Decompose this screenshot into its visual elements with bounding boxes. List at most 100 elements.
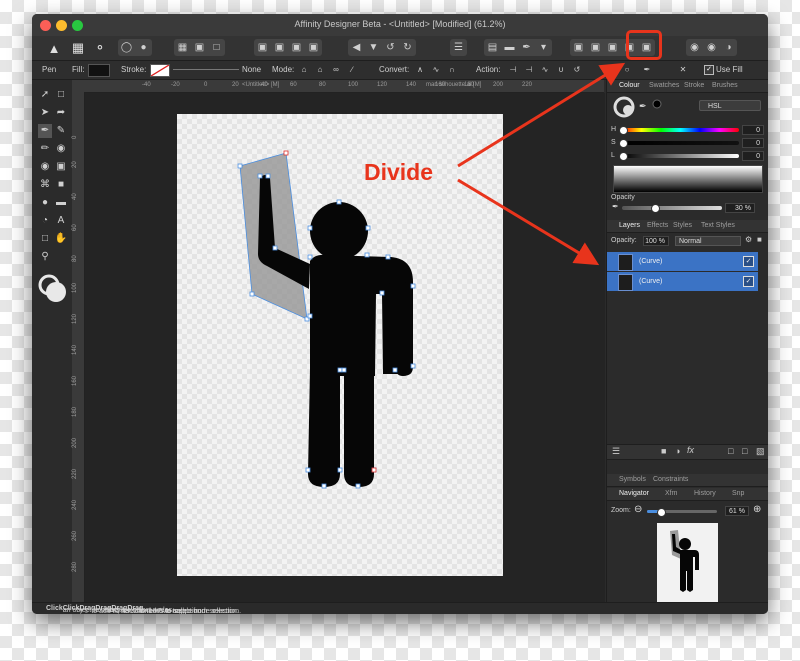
- rectangle-tool-icon[interactable]: ■: [54, 178, 68, 192]
- zoom-tool-icon[interactable]: ⚲: [38, 250, 52, 264]
- layer-row[interactable]: (Curve) ✓: [607, 252, 758, 271]
- tab-navigator[interactable]: Navigator: [619, 490, 649, 497]
- pen-node-icon[interactable]: ✒: [641, 64, 653, 75]
- snapping-options-icon[interactable]: □: [208, 39, 225, 56]
- snap-icon[interactable]: ▣: [191, 39, 208, 56]
- trash-icon[interactable]: ▧: [756, 446, 765, 457]
- smart-icon[interactable]: ∩: [446, 64, 458, 75]
- sharp-icon[interactable]: ∧: [414, 64, 426, 75]
- zoom-out-icon[interactable]: ⊖: [634, 504, 642, 515]
- speech-icon[interactable]: ◉: [686, 39, 703, 56]
- line-mode-icon[interactable]: ∕: [346, 64, 358, 75]
- tab-xfm[interactable]: Xfm: [665, 490, 677, 497]
- stroke-swatch[interactable]: [150, 64, 170, 77]
- colour-well-icon[interactable]: [38, 274, 68, 304]
- intersect-icon[interactable]: ▣: [604, 39, 621, 56]
- flip-horizontal-icon[interactable]: ◀: [348, 39, 365, 56]
- lightness-gradient-box[interactable]: [613, 165, 763, 193]
- subtract-icon[interactable]: ▣: [587, 39, 604, 56]
- cross-icon[interactable]: ✕: [677, 64, 689, 75]
- add-icon[interactable]: ▣: [570, 39, 587, 56]
- zoom-slider-knob[interactable]: [657, 508, 666, 517]
- opacity-picker-icon[interactable]: ✒: [612, 202, 619, 211]
- pixel-persona-icon[interactable]: ▦: [68, 38, 88, 58]
- hand-tool-icon[interactable]: ✋: [54, 232, 68, 246]
- fx-icon[interactable]: fx: [687, 445, 694, 455]
- move-forward-icon[interactable]: ▣: [288, 39, 305, 56]
- artboard[interactable]: [177, 114, 503, 576]
- lightness-slider[interactable]: [622, 154, 739, 158]
- zoom-value[interactable]: 61 %: [725, 506, 749, 516]
- move-to-front-icon[interactable]: ▣: [305, 39, 322, 56]
- adjustment-icon[interactable]: ◑: [675, 446, 680, 456]
- gear-icon[interactable]: ⚙: [745, 235, 752, 244]
- saturation-slider-knob[interactable]: [619, 139, 628, 148]
- frame-text-icon[interactable]: □: [38, 232, 52, 246]
- colour-wells-icon[interactable]: ✒: [613, 96, 673, 118]
- canvas[interactable]: [85, 93, 605, 602]
- use-fill-checkbox[interactable]: ✓: [704, 65, 714, 75]
- rounded-rect-tool-icon[interactable]: ▬: [54, 196, 68, 210]
- pen-options-icon[interactable]: ✒: [518, 39, 535, 56]
- move-to-back-icon[interactable]: ▣: [254, 39, 271, 56]
- pen-mode-icon[interactable]: ⌂: [298, 64, 310, 75]
- figure-silhouette[interactable]: [177, 114, 503, 576]
- place-image-icon[interactable]: ▣: [54, 160, 68, 174]
- lock-icon[interactable]: ■: [757, 235, 762, 244]
- node-tool-icon[interactable]: ➤: [38, 106, 52, 120]
- tab-styles[interactable]: Styles: [673, 222, 692, 229]
- stroke-width-slider[interactable]: [173, 69, 239, 70]
- mask-icon[interactable]: ■: [661, 446, 666, 456]
- point-transform-icon[interactable]: ➦: [54, 106, 68, 120]
- document-tab-untitled[interactable]: <Untitled> [M]: [242, 82, 279, 88]
- dropdown-chevron-icon[interactable]: ▾: [535, 39, 552, 56]
- layer-opacity-value[interactable]: 100 %: [643, 236, 669, 246]
- join-curves-icon[interactable]: ∪: [555, 64, 567, 75]
- tab-brushes[interactable]: Brushes: [712, 82, 738, 89]
- tab-history[interactable]: History: [694, 490, 716, 497]
- flip-vertical-icon[interactable]: ▼: [365, 39, 382, 56]
- hue-slider-knob[interactable]: [619, 126, 628, 135]
- fill-swatch[interactable]: [88, 64, 110, 77]
- lightness-value[interactable]: 0: [742, 151, 764, 161]
- ellipse-tool-icon[interactable]: ●: [38, 196, 52, 210]
- layer-visibility-checkbox[interactable]: ✓: [743, 256, 754, 267]
- tab-effects[interactable]: Effects: [647, 222, 668, 229]
- add-layer-icon[interactable]: □: [728, 446, 733, 456]
- text-tool-icon[interactable]: A: [54, 214, 68, 228]
- fill-tool-icon[interactable]: ◉: [54, 142, 68, 156]
- align-nodes-icon[interactable]: ○: [605, 64, 617, 75]
- tab-colour[interactable]: Colour: [619, 82, 640, 89]
- tab-layers[interactable]: Layers: [619, 222, 640, 229]
- layer-row[interactable]: (Curve) ✓: [607, 272, 758, 291]
- tab-constraints[interactable]: Constraints: [653, 476, 688, 483]
- tab-text-styles[interactable]: Text Styles: [701, 222, 735, 229]
- crop-tool-icon[interactable]: ⌘: [38, 178, 52, 192]
- colour-picker-icon[interactable]: ◑: [720, 39, 737, 56]
- colour-model-select[interactable]: HSL: [699, 100, 761, 111]
- opacity-slider[interactable]: [622, 206, 722, 210]
- align-icon[interactable]: ☰: [450, 39, 467, 56]
- zoom-in-icon[interactable]: ⊕: [753, 504, 761, 515]
- saturation-value[interactable]: 0: [742, 138, 764, 148]
- smooth-icon[interactable]: ∿: [430, 64, 442, 75]
- grid-icon[interactable]: ▦: [174, 39, 191, 56]
- lightness-slider-knob[interactable]: [619, 152, 628, 161]
- rotate-right-icon[interactable]: ↻: [399, 39, 416, 56]
- hue-value[interactable]: 0: [742, 125, 764, 135]
- transparency-tool-icon[interactable]: ◉: [38, 160, 52, 174]
- vector-brush-icon[interactable]: ✏: [38, 142, 52, 156]
- document-tab-silhouette[interactable]: man silhouette.ai [M]: [426, 82, 481, 88]
- pie-tool-icon[interactable]: ◔: [38, 214, 52, 228]
- duplicate-layer-icon[interactable]: □: [742, 446, 747, 456]
- view-mode-icon[interactable]: ◯: [118, 39, 135, 56]
- smart-mode-icon[interactable]: ⌂: [314, 64, 326, 75]
- designer-persona-icon[interactable]: ▲: [44, 38, 64, 58]
- saturation-slider[interactable]: [622, 141, 739, 145]
- reverse-curve-icon[interactable]: ↺: [571, 64, 583, 75]
- layers-stack-icon[interactable]: ☰: [612, 446, 620, 457]
- move-back-icon[interactable]: ▣: [271, 39, 288, 56]
- blend-mode-select[interactable]: Normal: [675, 236, 741, 246]
- rotate-left-icon[interactable]: ↺: [382, 39, 399, 56]
- tab-swatches[interactable]: Swatches: [649, 82, 679, 89]
